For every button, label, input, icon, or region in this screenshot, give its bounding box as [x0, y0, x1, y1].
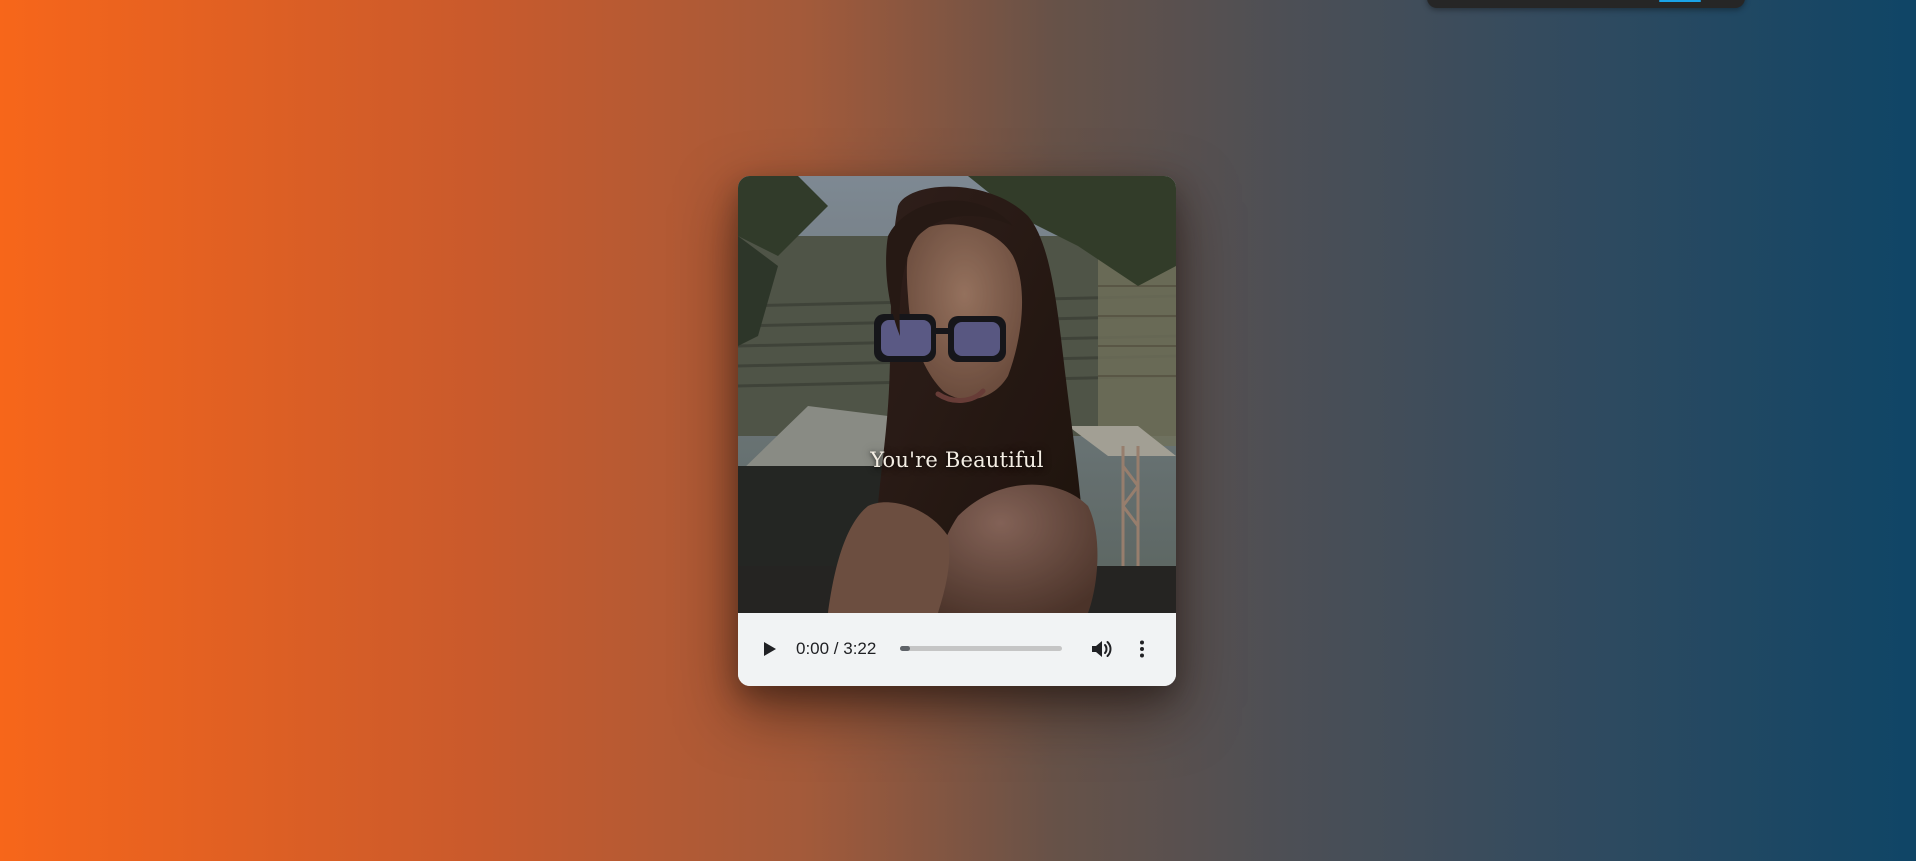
volume-button[interactable] — [1089, 637, 1115, 661]
volume-icon — [1092, 641, 1112, 657]
more-vertical-icon — [1140, 640, 1144, 658]
progress-fill — [900, 646, 910, 651]
video-overlay — [738, 176, 1176, 613]
progress-slider[interactable] — [900, 646, 1062, 651]
video-frame[interactable]: You're Beautiful — [738, 176, 1176, 613]
play-icon — [764, 642, 776, 656]
more-options-button[interactable] — [1134, 637, 1150, 661]
top-widget-accent — [1659, 0, 1701, 2]
video-caption: You're Beautiful — [870, 448, 1044, 472]
video-player-card: You're Beautiful 0:00 / 3:22 — [738, 176, 1176, 686]
top-widget-bar — [1427, 0, 1745, 8]
media-controls: 0:00 / 3:22 — [738, 613, 1176, 686]
time-display: 0:00 / 3:22 — [796, 639, 877, 658]
play-button[interactable] — [758, 637, 782, 661]
